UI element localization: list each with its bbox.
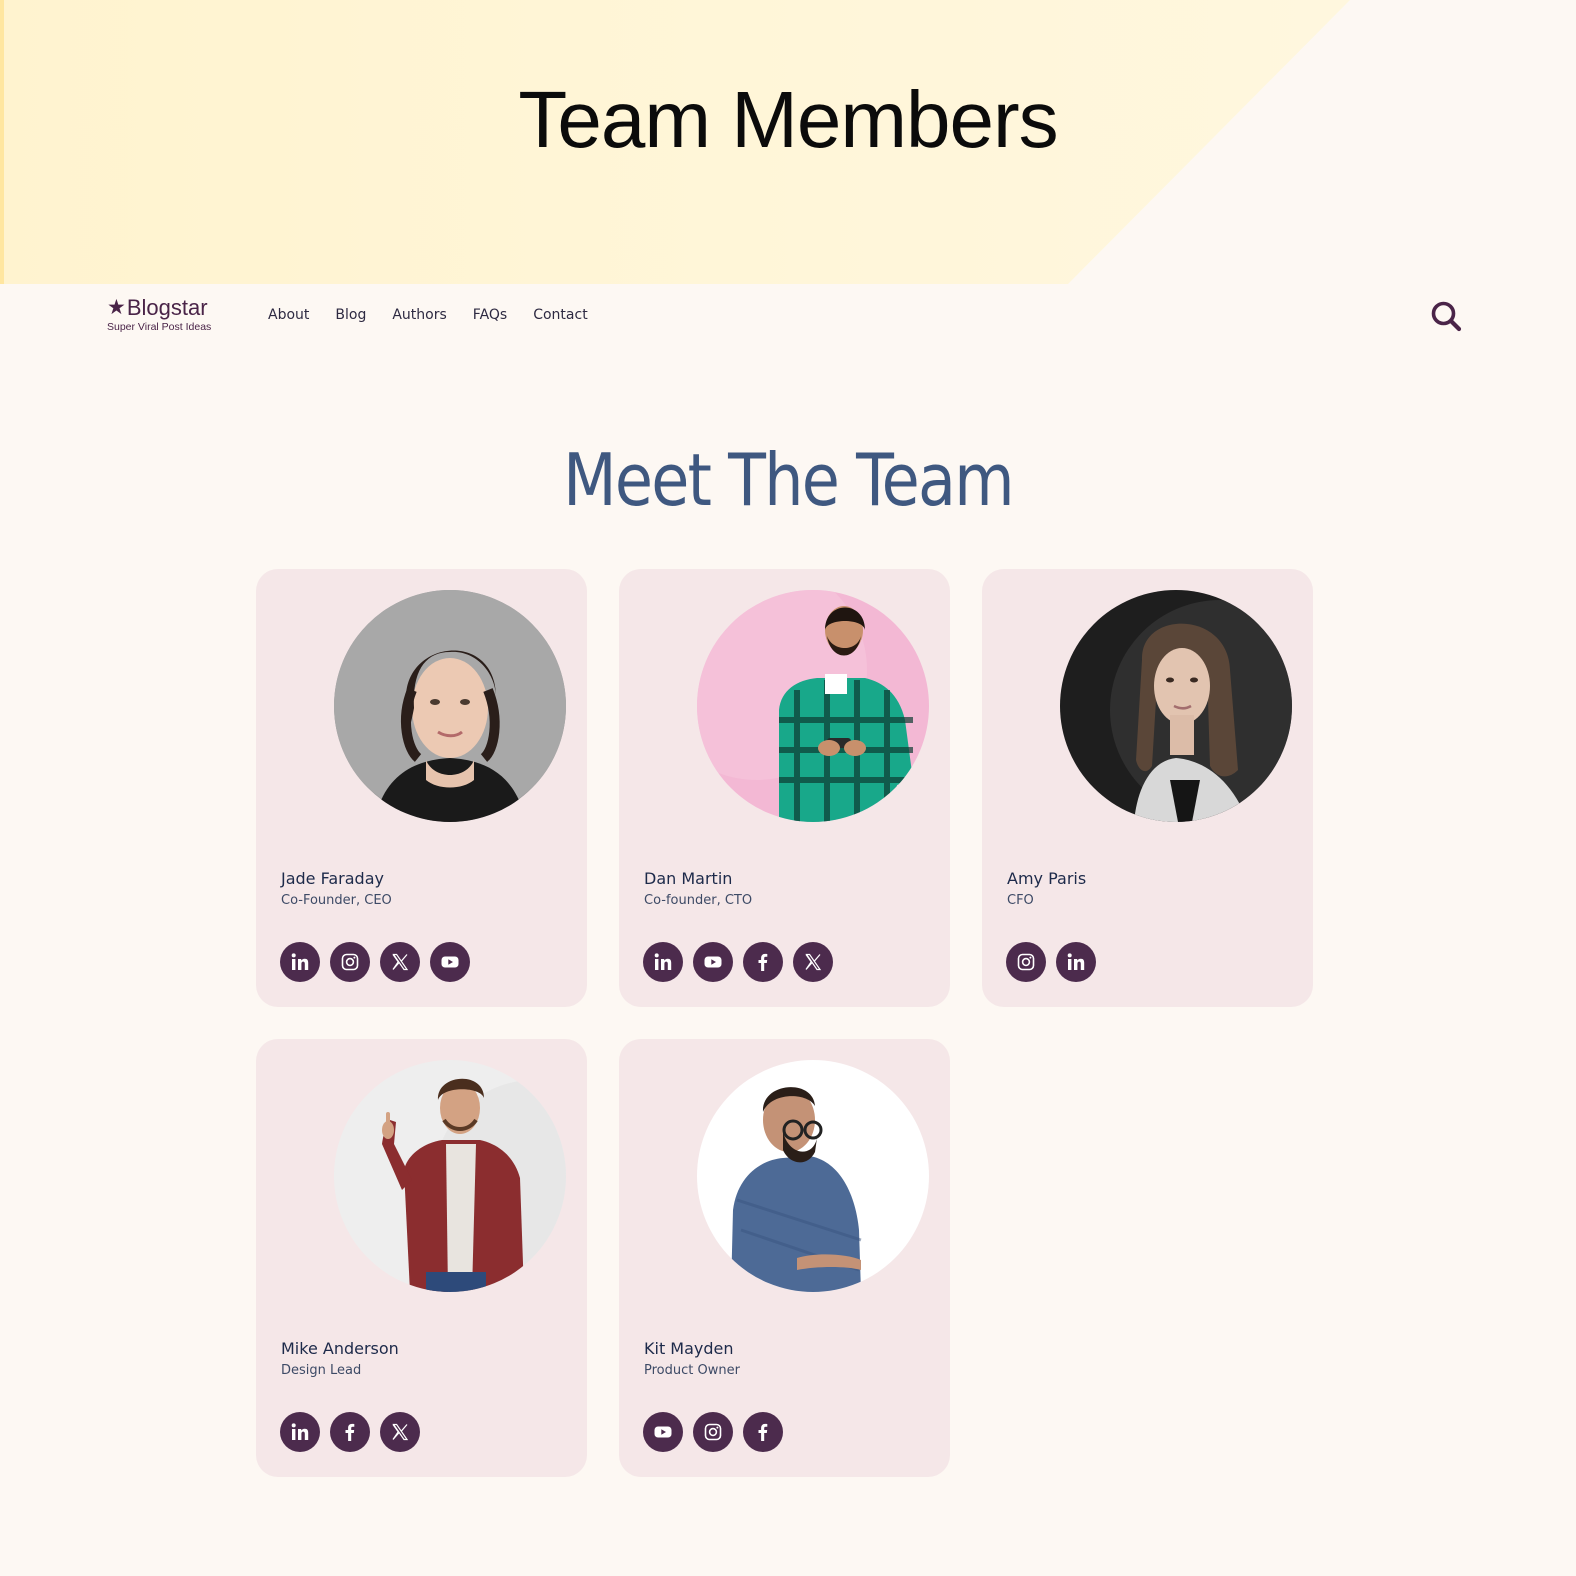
team-card: Dan Martin Co-founder, CTO bbox=[619, 569, 950, 1007]
member-photo bbox=[334, 590, 566, 822]
team-card: Mike Anderson Design Lead bbox=[256, 1039, 587, 1477]
page: Team Members ★ Blogstar Super Viral Post… bbox=[0, 0, 1576, 1576]
social-links bbox=[643, 1412, 793, 1452]
site-logo[interactable]: ★ Blogstar Super Viral Post Ideas bbox=[107, 296, 211, 334]
logo-wordmark: ★ Blogstar bbox=[107, 296, 211, 320]
member-name: Amy Paris bbox=[1007, 869, 1087, 888]
member-name: Kit Mayden bbox=[644, 1339, 734, 1358]
youtube-icon[interactable] bbox=[430, 942, 470, 982]
logo-tagline: Super Viral Post Ideas bbox=[107, 321, 212, 333]
facebook-icon[interactable] bbox=[743, 1412, 783, 1452]
nav-link-authors[interactable]: Authors bbox=[392, 307, 446, 323]
member-photo bbox=[1060, 590, 1292, 822]
social-links bbox=[643, 942, 843, 982]
member-photo bbox=[697, 1060, 929, 1292]
linkedin-icon[interactable] bbox=[1056, 942, 1096, 982]
social-links bbox=[1006, 942, 1106, 982]
facebook-icon[interactable] bbox=[743, 942, 783, 982]
team-card: Jade Faraday Co-Founder, CEO bbox=[256, 569, 587, 1007]
member-name: Jade Faraday bbox=[281, 869, 384, 888]
member-role: Product Owner bbox=[644, 1363, 740, 1378]
x-icon[interactable] bbox=[380, 942, 420, 982]
star-icon: ★ bbox=[107, 296, 126, 319]
member-role: Co-founder, CTO bbox=[644, 893, 753, 908]
member-name: Dan Martin bbox=[644, 869, 733, 888]
member-name: Mike Anderson bbox=[281, 1339, 399, 1358]
main-menu: About Blog Authors FAQs Contact bbox=[268, 307, 614, 323]
logo-name: Blogstar bbox=[126, 295, 208, 320]
youtube-icon[interactable] bbox=[643, 1412, 683, 1452]
social-links bbox=[280, 1412, 430, 1452]
linkedin-icon[interactable] bbox=[280, 1412, 320, 1452]
search-icon[interactable] bbox=[1430, 300, 1462, 332]
nav-link-contact[interactable]: Contact bbox=[533, 307, 587, 323]
top-navigation: ★ Blogstar Super Viral Post Ideas About … bbox=[0, 284, 1576, 348]
x-icon[interactable] bbox=[380, 1412, 420, 1452]
social-links bbox=[280, 942, 480, 982]
team-card: Amy Paris CFO bbox=[982, 569, 1313, 1007]
page-banner: Team Members bbox=[0, 0, 1576, 284]
instagram-icon[interactable] bbox=[1006, 942, 1046, 982]
banner-title: Team Members bbox=[518, 75, 1058, 164]
instagram-icon[interactable] bbox=[330, 942, 370, 982]
member-photo bbox=[334, 1060, 566, 1292]
member-role: CFO bbox=[1007, 893, 1034, 908]
section-heading: Meet The Team bbox=[563, 438, 1014, 522]
nav-link-blog[interactable]: Blog bbox=[335, 307, 366, 323]
nav-link-faqs[interactable]: FAQs bbox=[473, 307, 507, 323]
youtube-icon[interactable] bbox=[693, 942, 733, 982]
linkedin-icon[interactable] bbox=[280, 942, 320, 982]
instagram-icon[interactable] bbox=[693, 1412, 733, 1452]
member-photo bbox=[697, 590, 929, 822]
linkedin-icon[interactable] bbox=[643, 942, 683, 982]
x-icon[interactable] bbox=[793, 942, 833, 982]
team-card: Kit Mayden Product Owner bbox=[619, 1039, 950, 1477]
facebook-icon[interactable] bbox=[330, 1412, 370, 1452]
member-role: Design Lead bbox=[281, 1363, 362, 1378]
nav-link-about[interactable]: About bbox=[268, 307, 309, 323]
member-role: Co-Founder, CEO bbox=[281, 893, 392, 908]
